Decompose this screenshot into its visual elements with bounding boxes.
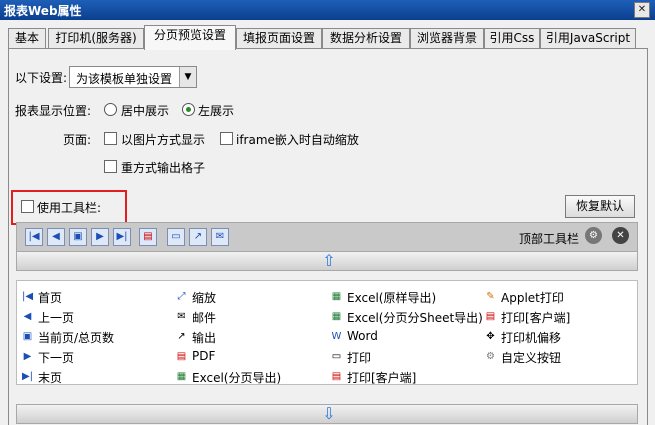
email-icon: ✉ xyxy=(177,311,186,322)
settings-value: 为该模板单独设置 xyxy=(76,72,173,86)
last-page-icon[interactable]: ▶| xyxy=(113,228,131,246)
applet-print-icon: ✎ xyxy=(486,291,495,302)
tab-basic[interactable]: 基本 xyxy=(8,28,46,49)
close-icon[interactable]: ✕ xyxy=(612,227,629,244)
iframe-zoom-label: iframe嵌入时自动缩放 xyxy=(236,133,359,147)
last-page-icon: ▶| xyxy=(21,371,34,382)
chevron-down-icon[interactable]: ▼ xyxy=(179,67,196,87)
excel-icon: ▦ xyxy=(331,311,342,322)
window-title: 报表Web属性 xyxy=(4,4,82,18)
image-mode-label: 以图片方式显示 xyxy=(121,133,206,147)
tab-printer[interactable]: 打印机(服务器) xyxy=(48,28,144,49)
flash-print-icon: ▤ xyxy=(331,371,342,382)
page-label: 页面: xyxy=(63,133,92,147)
iframe-zoom-checkbox[interactable] xyxy=(220,132,233,145)
pdf-icon: ▤ xyxy=(176,351,187,362)
excel-icon: ▦ xyxy=(331,291,342,302)
tab-page-preview[interactable]: 分页预览设置 xyxy=(144,25,236,50)
settings-select[interactable]: 为该模板单独设置 ▼ xyxy=(69,66,197,88)
move-down-strip[interactable]: ⇩ xyxy=(16,404,638,424)
pdf-print-icon: ▤ xyxy=(485,311,496,322)
restore-default-button[interactable]: 恢复默认 xyxy=(565,195,635,218)
move-icon: ✥ xyxy=(486,331,495,342)
prev-page-icon: ◀ xyxy=(23,311,32,322)
next-page-icon: ▶ xyxy=(23,351,32,362)
tab-bar: 基本 打印机(服务器) 分页预览设置 填报页面设置 数据分析设置 浏览器背景 引… xyxy=(8,25,648,50)
excel-icon: ▦ xyxy=(176,371,187,382)
pdf-icon[interactable]: ▤ xyxy=(139,228,157,246)
tab-browser-bg[interactable]: 浏览器背景 xyxy=(410,28,484,49)
left-radio[interactable] xyxy=(182,103,195,116)
top-toolbar-label: 顶部工具栏 xyxy=(519,232,580,246)
use-toolbar-label: 使用工具栏: xyxy=(37,201,102,215)
tab-css[interactable]: 引用Css xyxy=(484,28,540,49)
repeat-output-label: 重方式输出格子 xyxy=(121,161,206,175)
next-page-icon[interactable]: ▶ xyxy=(91,228,109,246)
page-number-icon[interactable]: ▣ xyxy=(69,228,87,246)
export-icon: ↗ xyxy=(177,331,186,342)
tab-data-analysis[interactable]: 数据分析设置 xyxy=(322,28,410,49)
first-page-icon[interactable]: |◀ xyxy=(25,228,43,246)
left-label: 左展示 xyxy=(198,104,235,118)
close-icon[interactable]: ✕ xyxy=(634,2,650,18)
first-page-icon: |◀ xyxy=(21,291,34,302)
print-icon: ▭ xyxy=(331,351,342,362)
gear-icon: ⚙ xyxy=(486,351,495,362)
center-radio[interactable] xyxy=(104,103,117,116)
tab-javascript[interactable]: 引用JavaScript xyxy=(540,28,636,49)
image-mode-checkbox[interactable] xyxy=(104,132,117,145)
settings-label: 以下设置: xyxy=(15,71,68,85)
title-bar: 报表Web属性 ✕ xyxy=(0,0,655,20)
page-number-icon: ▣ xyxy=(22,331,33,342)
use-toolbar-checkbox[interactable] xyxy=(21,200,34,213)
center-label: 居中展示 xyxy=(121,104,170,118)
arrow-up-icon[interactable]: ⇧ xyxy=(319,252,339,270)
move-up-strip[interactable]: ⇧ xyxy=(16,251,638,271)
gear-icon[interactable]: ⚙ xyxy=(585,227,602,244)
zoom-icon: ⤢ xyxy=(177,291,186,302)
toolbar-item-grid: |◀ 首页 ⤢ 缩放 ▦ Excel(原样导出) ✎ Applet打印 ◀ 上一页 ✉ 邮件… xyxy=(16,280,638,385)
email-icon[interactable]: ✉ xyxy=(211,228,229,246)
prev-page-icon[interactable]: ◀ xyxy=(47,228,65,246)
tab-fill-page[interactable]: 填报页面设置 xyxy=(236,28,322,49)
print-icon[interactable]: ▭ xyxy=(167,228,185,246)
word-icon: W xyxy=(331,331,342,342)
export-icon[interactable]: ↗ xyxy=(189,228,207,246)
toolbar-preview: |◀ ◀ ▣ ▶ ▶| ▤ ▭ ↗ ✉ 顶部工具栏 ⚙ ✕ xyxy=(16,222,638,252)
position-label: 报表显示位置: xyxy=(15,104,92,118)
arrow-down-icon[interactable]: ⇩ xyxy=(319,405,339,423)
repeat-output-checkbox[interactable] xyxy=(104,160,117,173)
